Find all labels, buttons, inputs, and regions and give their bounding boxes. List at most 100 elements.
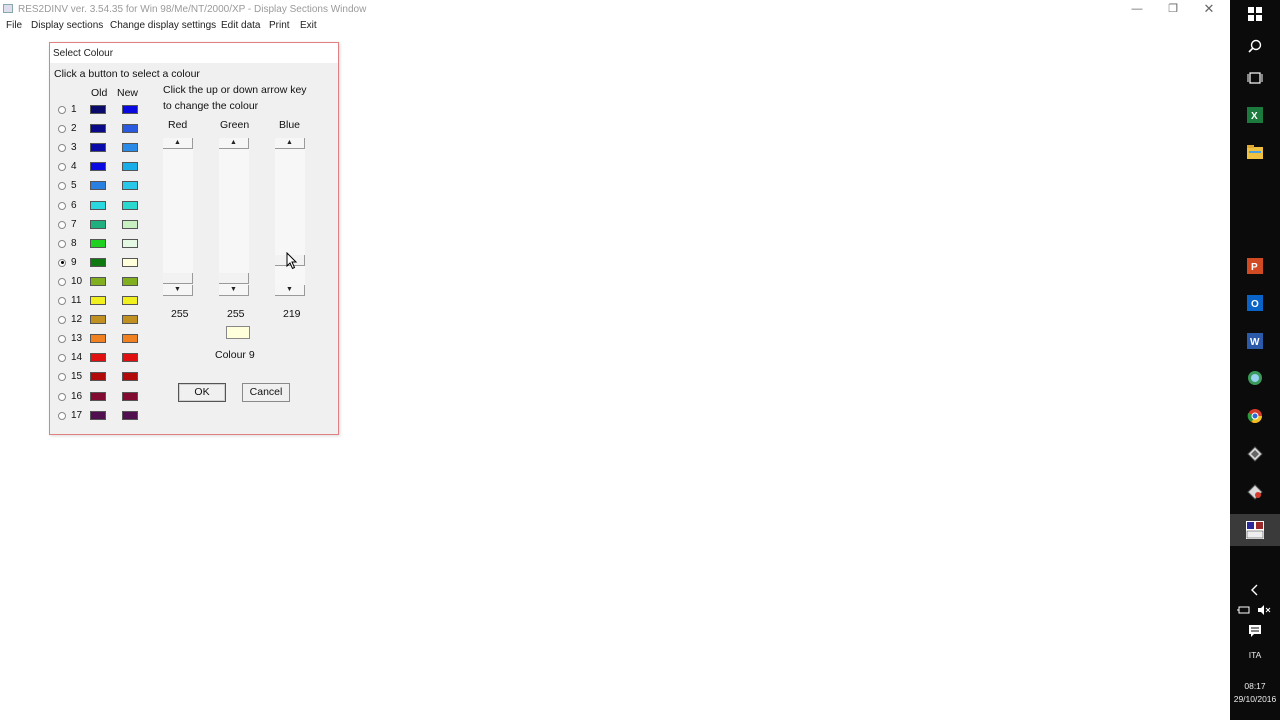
colour-number: 15 [71, 371, 83, 383]
colour-radio-5[interactable] [58, 182, 66, 191]
new-colour-swatch [122, 238, 138, 248]
outlook-icon[interactable]: O [1245, 295, 1265, 313]
menu-print[interactable]: Print [269, 20, 290, 31]
app-icon[interactable] [3, 4, 13, 13]
new-colour-swatch [122, 334, 138, 344]
blue-label: Blue [279, 119, 301, 131]
dialog-titlebar: Select Colour [50, 43, 338, 63]
colour-number: 13 [71, 333, 83, 345]
app-icon-b[interactable] [1245, 484, 1265, 502]
colour-radio-11[interactable] [58, 297, 66, 305]
menu-change-display-settings[interactable]: Change display settings [110, 20, 216, 31]
word-icon[interactable]: W [1245, 333, 1265, 351]
green-label: Green [220, 119, 250, 131]
new-colour-swatch [122, 162, 138, 172]
menu-bar: File Display sections Change display set… [0, 18, 1230, 34]
ok-button[interactable]: OK [178, 383, 226, 402]
colour-number: 12 [71, 314, 83, 326]
old-colour-swatch [90, 296, 106, 305]
colour-radio-13[interactable] [58, 335, 66, 344]
svg-text:X: X [1251, 111, 1258, 122]
new-colour-swatch [122, 219, 138, 229]
red-scroll-thumb[interactable] [163, 273, 193, 284]
powerpoint-icon[interactable]: P [1245, 258, 1265, 276]
volume-muted-icon[interactable] [1256, 603, 1272, 621]
old-colour-swatch [90, 238, 106, 248]
colour-radio-12[interactable] [58, 316, 66, 325]
green-scroll-track[interactable] [219, 149, 249, 285]
colour-radio-9[interactable] [58, 258, 66, 267]
search-icon[interactable] [1245, 39, 1265, 57]
colour-number: 3 [71, 142, 77, 154]
colour-radio-4[interactable] [58, 163, 66, 172]
colour-radio-6[interactable] [58, 201, 66, 210]
colour-radio-16[interactable] [58, 392, 66, 401]
red-scroll-track[interactable] [163, 149, 193, 285]
windows-taskbar: X P O W ITA 08:17 29/10/2016 [1230, 0, 1280, 720]
language-indicator[interactable]: ITA [1230, 650, 1280, 660]
svg-text:O: O [1251, 299, 1259, 310]
app-icon-a[interactable] [1245, 446, 1265, 464]
colour-number: 11 [71, 295, 82, 306]
new-colour-swatch [122, 181, 138, 191]
new-colour-swatch [122, 143, 138, 153]
blue-up-button[interactable]: ▲ [275, 138, 305, 149]
colour-radio-1[interactable] [58, 106, 66, 114]
red-value: 255 [171, 308, 189, 320]
red-down-button[interactable]: ▼ [163, 285, 193, 296]
windows-start-icon[interactable] [1245, 7, 1265, 25]
colour-radio-15[interactable] [58, 373, 66, 382]
blue-down-button[interactable]: ▼ [275, 285, 305, 296]
clock-date[interactable]: 29/10/2016 [1230, 694, 1280, 704]
old-colour-swatch [90, 315, 106, 325]
action-center-icon[interactable] [1245, 624, 1265, 642]
old-column-header: Old [91, 87, 108, 99]
colour-radio-3[interactable] [58, 144, 66, 153]
blue-value: 219 [283, 308, 301, 320]
dialog-title: Select Colour [53, 48, 114, 59]
green-scroll-thumb[interactable] [219, 273, 249, 284]
task-view-icon[interactable] [1245, 71, 1265, 89]
colour-radio-17[interactable] [58, 411, 66, 420]
colour-number: 14 [71, 352, 83, 364]
colour-radio-2[interactable] [58, 125, 66, 134]
green-up-button[interactable]: ▲ [219, 138, 249, 149]
old-colour-swatch [90, 143, 106, 153]
colour-radio-7[interactable] [58, 220, 66, 229]
minimize-button[interactable]: — [1126, 1, 1148, 17]
menu-exit[interactable]: Exit [300, 20, 317, 31]
close-button[interactable]: ✕ [1198, 1, 1220, 17]
new-colour-swatch [122, 353, 138, 363]
new-colour-swatch [122, 372, 138, 382]
new-colour-swatch [122, 200, 138, 210]
svg-text:P: P [1251, 262, 1258, 273]
menu-edit-data[interactable]: Edit data [221, 20, 260, 31]
res2dinv-icon[interactable] [1245, 521, 1265, 539]
old-colour-swatch [90, 353, 106, 363]
colour-number: 10 [71, 275, 83, 287]
chrome-icon[interactable] [1245, 408, 1265, 426]
show-hidden-icons-chevron[interactable] [1245, 583, 1265, 601]
colour-radio-8[interactable] [58, 239, 66, 248]
colour-number: 2 [71, 123, 77, 135]
colour-number: 8 [71, 237, 77, 249]
clock-time[interactable]: 08:17 [1230, 681, 1280, 691]
network-icon[interactable] [1236, 603, 1252, 621]
new-colour-swatch [122, 105, 138, 114]
excel-icon[interactable]: X [1245, 107, 1265, 125]
old-colour-swatch [90, 124, 106, 134]
red-up-button[interactable]: ▲ [163, 138, 193, 149]
browser-icon[interactable] [1245, 370, 1265, 388]
colour-radio-10[interactable] [58, 277, 66, 286]
arrow-instruction-line2: to change the colour [163, 100, 259, 112]
file-explorer-icon[interactable] [1245, 145, 1265, 163]
old-colour-swatch [90, 181, 106, 191]
restore-button[interactable]: ❐ [1162, 1, 1184, 17]
menu-display-sections[interactable]: Display sections [31, 20, 103, 31]
arrow-instruction-line1: Click the up or down arrow key [163, 84, 307, 96]
green-down-button[interactable]: ▼ [219, 285, 249, 296]
colour-radio-14[interactable] [58, 354, 66, 363]
new-column-header: New [117, 87, 139, 99]
cancel-button[interactable]: Cancel [242, 383, 290, 402]
menu-file[interactable]: File [6, 20, 22, 31]
